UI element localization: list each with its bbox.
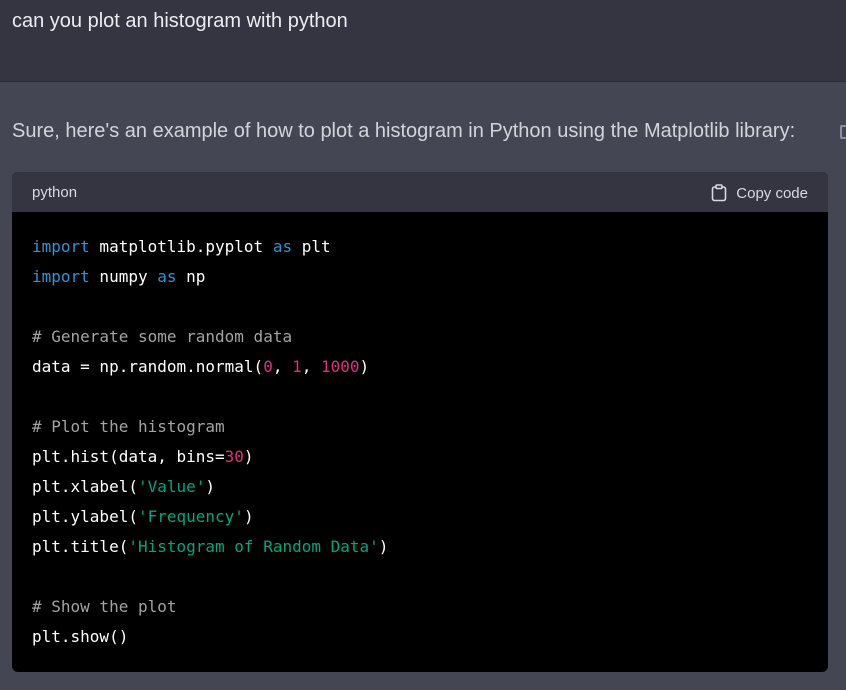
code-token: plt	[292, 237, 331, 256]
code-token: )	[378, 537, 389, 556]
code-block: python Copy code import matplotlib.pyplo…	[12, 172, 828, 672]
code-token: )	[359, 357, 370, 376]
code-token: 1	[292, 357, 302, 376]
code-token: as	[157, 267, 177, 286]
code-body: import matplotlib.pyplot as plt import nu…	[32, 232, 388, 652]
code-token: 1000	[321, 357, 360, 376]
code-token: numpy	[89, 267, 158, 286]
code-token: # Show the plot	[32, 597, 177, 616]
code-token: np	[176, 267, 206, 286]
code-token: )	[243, 507, 254, 526]
code-line: plt.hist(data, bins=30)	[32, 442, 388, 472]
code-token: 30	[224, 447, 244, 466]
code-line: plt.ylabel('Frequency')	[32, 502, 388, 532]
code-token: 'Histogram of Random Data'	[128, 537, 379, 556]
code-line: # Generate some random data	[32, 322, 388, 352]
code-line: # Plot the histogram	[32, 412, 388, 442]
copy-code-label: Copy code	[736, 184, 808, 202]
code-token: 'Value'	[137, 477, 206, 496]
code-token: plt.xlabel(	[32, 477, 138, 496]
code-token: plt.show()	[32, 627, 129, 646]
clipboard-edge-icon[interactable]	[840, 125, 846, 139]
code-line: import numpy as np	[32, 262, 388, 292]
code-token: plt.ylabel(	[32, 507, 138, 526]
code-line: plt.xlabel('Value')	[32, 472, 388, 502]
code-language-label: python	[32, 184, 78, 201]
copy-code-button[interactable]: Copy code	[711, 182, 808, 204]
code-line: data = np.random.normal(0, 1, 1000)	[32, 352, 388, 382]
code-token: import	[32, 267, 90, 286]
user-message-row: can you plot an histogram with python	[0, 0, 846, 82]
code-token: 'Frequency'	[137, 507, 244, 526]
code-token: 0	[263, 357, 273, 376]
code-block-header: python Copy code	[12, 172, 828, 212]
assistant-message-text: Sure, here's an example of how to plot a…	[12, 120, 796, 142]
code-token: matplotlib.pyplot	[89, 237, 273, 256]
code-token: ,	[272, 357, 293, 376]
code-token: plt.title(	[32, 537, 129, 556]
code-line: import matplotlib.pyplot as plt	[32, 232, 388, 262]
code-token: ,	[301, 357, 321, 376]
code-token: )	[205, 477, 216, 496]
code-line: plt.show()	[32, 622, 388, 652]
code-token: )	[243, 447, 254, 466]
user-message-text: can you plot an histogram with python	[12, 10, 348, 32]
code-token: # Generate some random data	[32, 327, 293, 346]
code-token: as	[272, 237, 293, 256]
code-line: plt.title('Histogram of Random Data')	[32, 532, 388, 562]
code-line: # Show the plot	[32, 592, 388, 622]
code-token: plt.hist(data, bins=	[32, 447, 225, 466]
clipboard-icon	[711, 184, 727, 202]
code-token: import	[32, 237, 90, 256]
code-token: data = np.random.normal(	[32, 357, 264, 376]
code-token: # Plot the histogram	[32, 417, 225, 436]
